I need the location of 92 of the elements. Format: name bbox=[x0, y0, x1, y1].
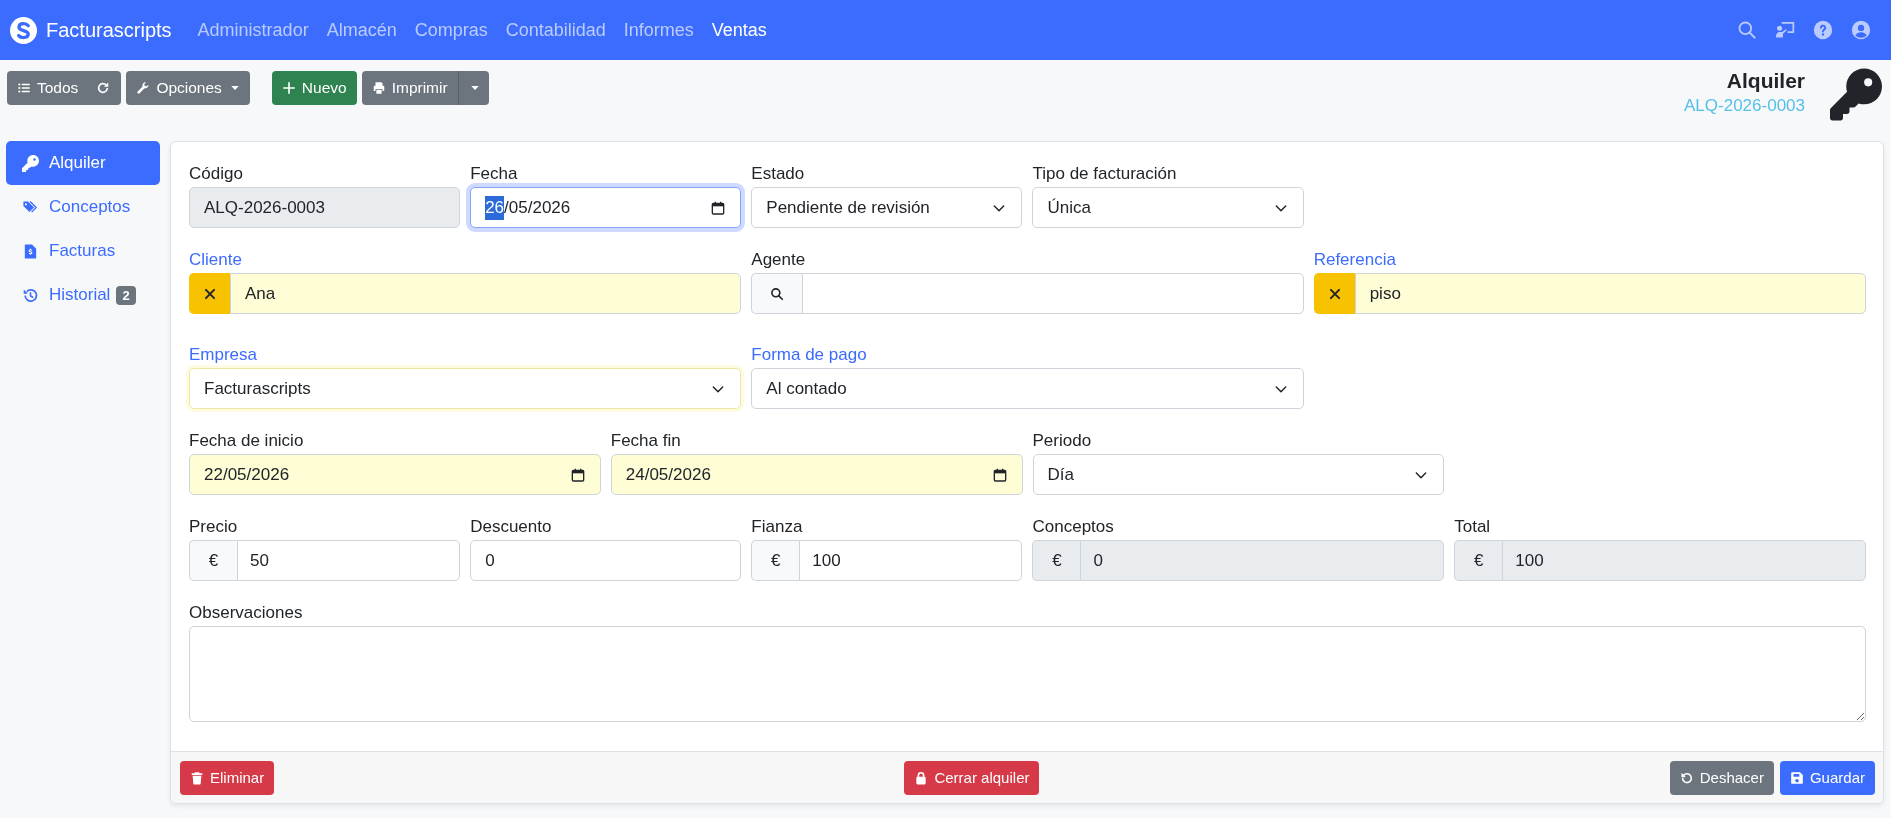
key-icon bbox=[22, 154, 39, 172]
calendar-icon bbox=[569, 466, 586, 483]
undo-icon bbox=[1679, 770, 1694, 785]
page-title: Alquiler bbox=[1725, 68, 1805, 94]
currency-symbol: € bbox=[189, 540, 237, 581]
nav-link[interactable]: Almacén bbox=[317, 19, 406, 41]
wrench-icon bbox=[136, 81, 151, 95]
options-button[interactable]: Opciones bbox=[126, 71, 250, 105]
sidebar-item[interactable]: Conceptos bbox=[6, 185, 160, 229]
nav-link[interactable]: Contabilidad bbox=[496, 19, 615, 41]
user-icon[interactable] bbox=[1851, 20, 1871, 40]
currency-symbol: € bbox=[751, 540, 800, 581]
save-icon bbox=[1789, 770, 1804, 785]
label-link[interactable]: Cliente bbox=[189, 248, 242, 272]
field-label: Descuento bbox=[470, 516, 552, 538]
calendar-icon bbox=[710, 199, 727, 216]
new-button[interactable]: Nuevo bbox=[271, 71, 357, 105]
field-label: Observaciones bbox=[189, 602, 303, 624]
search-icon[interactable] bbox=[1737, 20, 1757, 40]
nav-link[interactable]: Administrador bbox=[188, 19, 318, 41]
nav-link[interactable]: Ventas bbox=[702, 19, 776, 41]
field-label: Fecha fin bbox=[610, 430, 681, 452]
select-field[interactable]: Pendiente de revisión bbox=[751, 187, 1023, 228]
currency-symbol: € bbox=[1032, 540, 1081, 581]
label-link[interactable]: Referencia bbox=[1313, 248, 1396, 272]
presentation-icon[interactable] bbox=[1775, 20, 1795, 40]
count-badge: 2 bbox=[116, 285, 136, 305]
nav-link[interactable]: Compras bbox=[405, 19, 497, 41]
amount-field[interactable]: 50 bbox=[237, 540, 461, 581]
clear-button[interactable] bbox=[189, 273, 230, 314]
refresh-button[interactable] bbox=[88, 71, 122, 105]
field-label: Estado bbox=[751, 163, 805, 185]
date-field[interactable]: 22/05/2026 bbox=[189, 454, 601, 495]
number-field[interactable]: 0 bbox=[470, 540, 742, 581]
select-field[interactable]: Día bbox=[1032, 454, 1445, 495]
delete-button[interactable]: Eliminar bbox=[180, 760, 275, 795]
date-field[interactable]: 24/05/2026 bbox=[610, 454, 1023, 495]
text-field[interactable] bbox=[802, 273, 1304, 314]
refresh-icon bbox=[96, 81, 111, 95]
print-button[interactable]: Imprimir bbox=[361, 71, 458, 105]
x-icon bbox=[203, 286, 217, 301]
sidebar-item[interactable]: Historial 2 bbox=[6, 273, 160, 317]
printer-icon bbox=[371, 81, 386, 95]
field-label: Fianza bbox=[751, 516, 803, 538]
search-icon bbox=[770, 286, 785, 301]
trash-icon bbox=[190, 770, 204, 785]
caret-icon bbox=[229, 85, 240, 91]
field-label: Tipo de facturación bbox=[1032, 163, 1177, 185]
brand-name[interactable]: Facturascripts bbox=[46, 18, 172, 42]
field-label: Fecha bbox=[470, 163, 518, 185]
help-icon[interactable] bbox=[1813, 20, 1833, 40]
autocomplete-field[interactable]: Ana bbox=[230, 273, 742, 314]
currency-symbol: € bbox=[1454, 540, 1503, 581]
text-field[interactable]: ALQ-2026-0003 bbox=[189, 187, 461, 228]
undo-button[interactable]: Deshacer bbox=[1669, 760, 1774, 795]
key-icon bbox=[1830, 67, 1882, 122]
caret-icon bbox=[469, 85, 480, 91]
label-link[interactable]: Forma de pago bbox=[751, 343, 867, 367]
amount-field[interactable]: 100 bbox=[1502, 540, 1866, 581]
select-field[interactable]: Al contado bbox=[751, 368, 1304, 409]
invoice-icon bbox=[22, 242, 39, 260]
document-code: ALQ-2026-0003 bbox=[1684, 95, 1805, 117]
amount-field[interactable]: 0 bbox=[1080, 540, 1445, 581]
dropdown-button[interactable] bbox=[457, 71, 489, 105]
history-icon bbox=[22, 286, 39, 304]
clear-button[interactable] bbox=[1313, 273, 1355, 314]
sidebar-item[interactable]: Facturas bbox=[6, 229, 160, 273]
textarea-field[interactable] bbox=[189, 626, 1866, 722]
field-label: Periodo bbox=[1032, 430, 1092, 452]
lock-icon bbox=[914, 770, 929, 785]
sidebar-item[interactable]: Alquiler bbox=[6, 141, 160, 185]
search-button[interactable] bbox=[751, 273, 803, 314]
amount-field[interactable]: 100 bbox=[799, 540, 1023, 581]
select-field[interactable]: Facturascripts bbox=[189, 368, 742, 409]
field-label: Precio bbox=[189, 516, 238, 538]
calendar-icon bbox=[991, 466, 1008, 483]
field-label: Total bbox=[1454, 516, 1491, 538]
field-label: Fecha de inicio bbox=[189, 430, 304, 452]
field-label: Conceptos bbox=[1032, 516, 1114, 538]
plus-icon bbox=[281, 81, 296, 95]
field-label: Código bbox=[189, 163, 243, 185]
x-icon bbox=[1327, 286, 1342, 301]
save-button[interactable]: Guardar bbox=[1779, 760, 1875, 795]
close-rental-button[interactable]: Cerrar alquiler bbox=[904, 760, 1040, 795]
select-field[interactable]: Única bbox=[1032, 187, 1304, 228]
all-button[interactable]: Todos bbox=[7, 71, 89, 105]
field-label: Agente bbox=[751, 249, 806, 271]
logo-icon[interactable] bbox=[10, 16, 37, 44]
autocomplete-field[interactable]: piso bbox=[1354, 273, 1866, 314]
list-icon bbox=[17, 81, 31, 95]
label-link[interactable]: Empresa bbox=[189, 343, 258, 367]
nav-link[interactable]: Informes bbox=[614, 19, 703, 41]
